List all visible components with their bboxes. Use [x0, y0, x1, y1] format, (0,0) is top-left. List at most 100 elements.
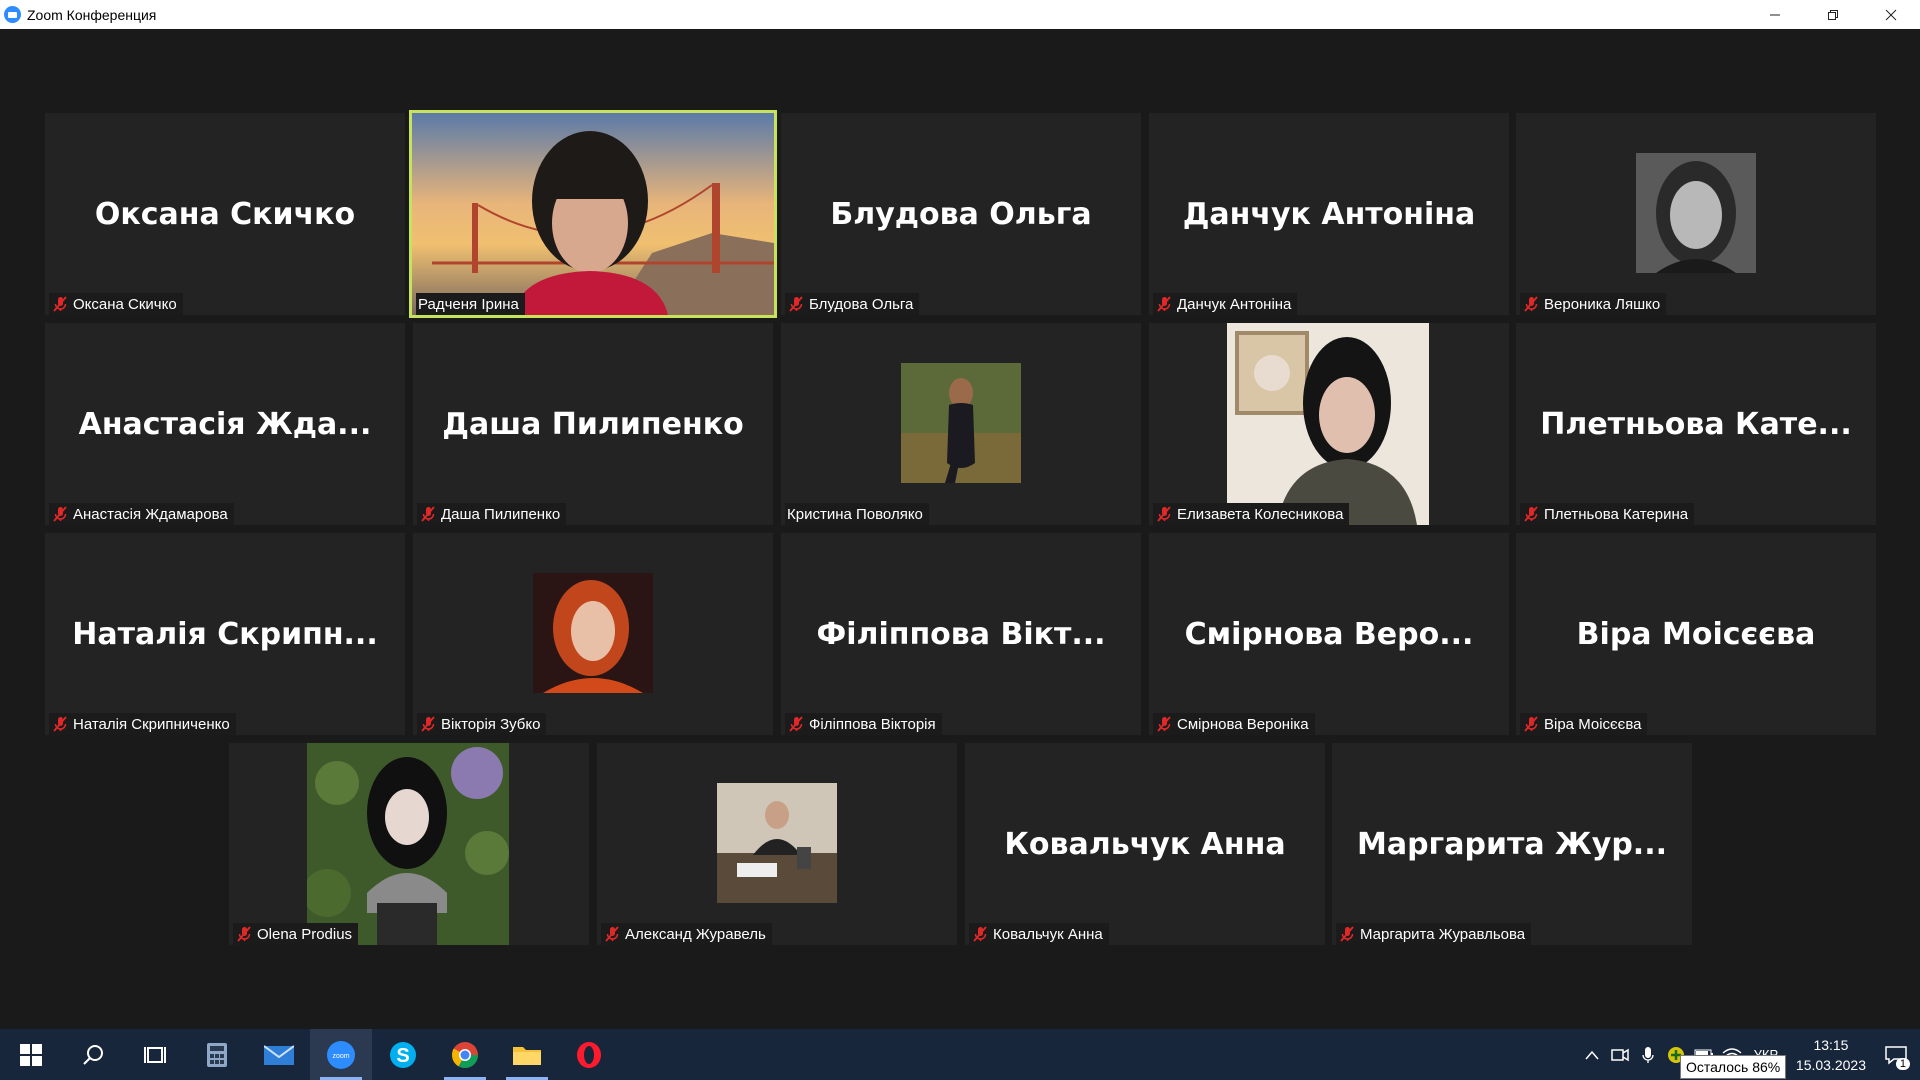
participant-name: Плетньова Катерина	[1544, 505, 1689, 523]
profile-photo	[307, 743, 509, 945]
skype-icon: S	[390, 1041, 416, 1068]
participant-name: Наталія Скрипниченко	[73, 715, 230, 733]
participant-name-large: Ковальчук Анна	[1004, 826, 1286, 862]
participant-label: Вероника Ляшко	[1520, 293, 1667, 315]
video-feed	[412, 113, 774, 315]
participant-name: Даша Пилипенко	[441, 505, 561, 523]
participant-name: Вероника Ляшко	[1544, 295, 1661, 313]
search-button[interactable]	[62, 1029, 124, 1080]
participant-tile[interactable]: Маргарита Жур... Маргарита Журавльова	[1332, 743, 1692, 945]
participant-name: Елизавета Колесникова	[1177, 505, 1344, 523]
profile-photo	[1636, 153, 1756, 273]
zoom-taskbar-button[interactable]: zoom	[310, 1029, 372, 1080]
participant-label: Анастасія Ждамарова	[49, 503, 234, 525]
participant-tile[interactable]: Александ Журавель	[597, 743, 957, 945]
participant-tile[interactable]: Вероника Ляшко	[1516, 113, 1876, 315]
search-icon	[83, 1044, 103, 1065]
minimize-button[interactable]	[1746, 0, 1804, 29]
participant-name: Радченя Ірина	[418, 295, 519, 313]
participant-name-large: Блудова Ольга	[830, 196, 1092, 232]
microphone-tray-button[interactable]	[1634, 1029, 1662, 1080]
notification-count: 1	[1895, 1058, 1910, 1070]
participant-name-large: Смірнова Веро...	[1184, 616, 1474, 652]
close-button[interactable]	[1862, 0, 1920, 29]
muted-mic-icon	[1157, 506, 1171, 522]
opera-icon	[577, 1041, 601, 1068]
participant-name: Ковальчук Анна	[993, 925, 1103, 943]
task-view-button[interactable]	[124, 1029, 186, 1080]
participant-tile[interactable]: Ковальчук Анна Ковальчук Анна	[965, 743, 1325, 945]
chevron-up-icon	[1585, 1050, 1599, 1059]
start-button[interactable]	[0, 1029, 62, 1080]
file-explorer-button[interactable]	[496, 1029, 558, 1080]
muted-mic-icon	[1524, 296, 1538, 312]
participant-label: Даша Пилипенко	[417, 503, 567, 525]
calculator-icon	[207, 1042, 227, 1067]
participant-label: Ковальчук Анна	[969, 923, 1109, 945]
mail-button[interactable]	[248, 1029, 310, 1080]
muted-mic-icon	[421, 506, 435, 522]
window-titlebar: Zoom Конференция	[0, 0, 1920, 29]
restore-button[interactable]	[1804, 0, 1862, 29]
participant-name: Філіппова Вікторія	[809, 715, 936, 733]
participant-label: Філіппова Вікторія	[785, 713, 942, 735]
muted-mic-icon	[53, 506, 67, 522]
participant-tile[interactable]: Плетньова Кате... Плетньова Катерина	[1516, 323, 1876, 525]
participant-tile[interactable]: Смірнова Веро... Смірнова Вероніка	[1149, 533, 1509, 735]
participant-name: Александ Журавель	[625, 925, 766, 943]
participant-label: Кристина Поволяко	[785, 503, 929, 525]
participant-tile[interactable]: Елизавета Колесникова	[1149, 323, 1509, 525]
action-center-button[interactable]: 1	[1872, 1029, 1920, 1080]
chrome-button[interactable]	[434, 1029, 496, 1080]
participant-tile[interactable]: Даша Пилипенко Даша Пилипенко	[413, 323, 773, 525]
skype-button[interactable]: S	[372, 1029, 434, 1080]
muted-mic-icon	[973, 926, 987, 942]
mail-icon	[264, 1044, 294, 1065]
microphone-icon	[1642, 1046, 1654, 1063]
participant-tile[interactable]: Блудова Ольга Блудова Ольга	[781, 113, 1141, 315]
participant-name: Данчук Антоніна	[1177, 295, 1292, 313]
participant-name: Блудова Ольга	[809, 295, 914, 313]
participant-label: Елизавета Колесникова	[1153, 503, 1350, 525]
battery-tooltip: Осталось 86%	[1680, 1055, 1787, 1079]
show-hidden-icons-button[interactable]	[1578, 1029, 1606, 1080]
participant-name-large: Анастасія Жда...	[78, 406, 372, 442]
clock[interactable]: 13:15 15.03.2023	[1796, 1035, 1866, 1075]
calculator-button[interactable]	[186, 1029, 248, 1080]
muted-mic-icon	[789, 716, 803, 732]
participant-tile[interactable]: Кристина Поволяко	[781, 323, 1141, 525]
participant-tile[interactable]: Вікторія Зубко	[413, 533, 773, 735]
clock-time: 13:15	[1813, 1036, 1849, 1053]
opera-button[interactable]	[558, 1029, 620, 1080]
chrome-icon	[451, 1041, 479, 1068]
participant-name: Віра Моісєєва	[1544, 715, 1642, 733]
profile-photo	[717, 783, 837, 903]
participant-label: Віра Моісєєва	[1520, 713, 1648, 735]
participant-tile[interactable]: Наталія Скрипн... Наталія Скрипниченко	[45, 533, 405, 735]
muted-mic-icon	[605, 926, 619, 942]
participant-tile[interactable]: Данчук Антоніна Данчук Антоніна	[1149, 113, 1509, 315]
participant-tile[interactable]: Olena Prodius	[229, 743, 589, 945]
participant-name-large: Даша Пилипенко	[442, 406, 744, 442]
participant-name: Кристина Поволяко	[787, 505, 923, 523]
participant-label: Блудова Ольга	[785, 293, 920, 315]
muted-mic-icon	[1157, 716, 1171, 732]
participant-tile-active-speaker[interactable]: Радченя Ірина	[409, 110, 777, 318]
participant-tile[interactable]: Оксана Скичко Оксана Скичко	[45, 113, 405, 315]
participant-name-large: Наталія Скрипн...	[72, 616, 378, 652]
participant-label: Маргарита Журавльова	[1336, 923, 1532, 945]
muted-mic-icon	[53, 716, 67, 732]
participant-name: Вікторія Зубко	[441, 715, 541, 733]
muted-mic-icon	[53, 296, 67, 312]
participant-tile[interactable]: Віра Моісєєва Віра Моісєєва	[1516, 533, 1876, 735]
window-controls	[1746, 0, 1920, 29]
restore-icon	[1828, 9, 1838, 20]
participant-label: Смірнова Вероніка	[1153, 713, 1315, 735]
camera-tray-button[interactable]	[1606, 1029, 1634, 1080]
participant-name-large: Маргарита Жур...	[1356, 826, 1667, 862]
clock-date: 15.03.2023	[1795, 1056, 1866, 1073]
svg-text:S: S	[396, 1045, 409, 1067]
participant-tile[interactable]: Анастасія Жда... Анастасія Ждамарова	[45, 323, 405, 525]
participant-name: Смірнова Вероніка	[1177, 715, 1309, 733]
participant-tile[interactable]: Філіппова Вікт... Філіппова Вікторія	[781, 533, 1141, 735]
